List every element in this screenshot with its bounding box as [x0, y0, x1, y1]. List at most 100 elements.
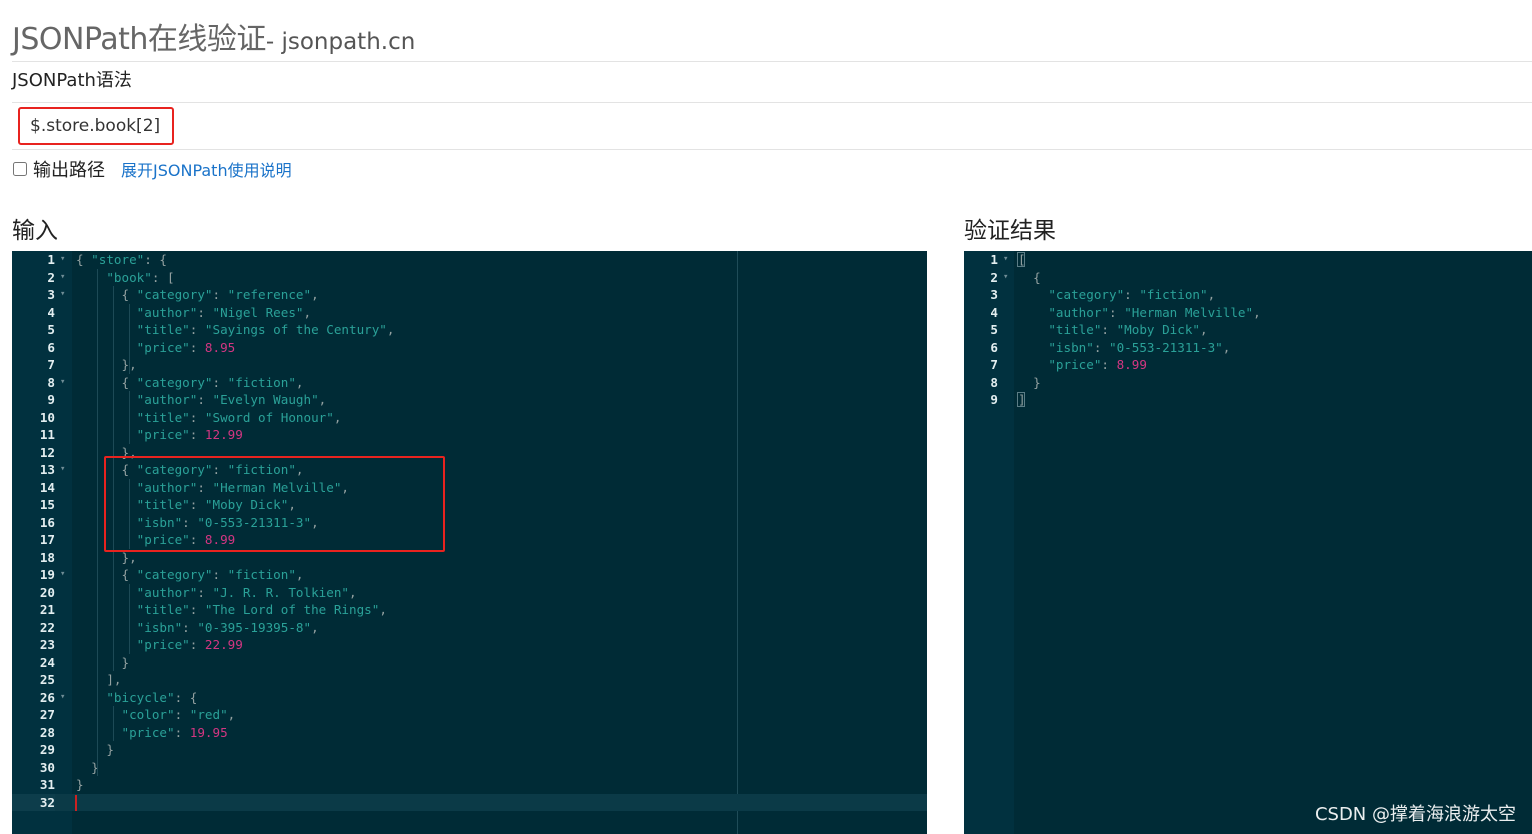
fold-toggle-icon[interactable]: ▾ — [60, 286, 65, 304]
line-number: 6 — [990, 339, 998, 355]
line-number: 28 — [39, 724, 55, 740]
code-line: 6 "price": 8.95 — [12, 339, 927, 357]
code-text: } — [76, 742, 114, 757]
fold-toggle-icon[interactable]: ▾ — [1003, 269, 1008, 287]
line-number: 5 — [47, 322, 55, 337]
code-text: "author": "Nigel Rees", — [136, 304, 312, 320]
code-text: { "category": "fiction", — [76, 567, 304, 582]
code-line: 21 "title": "The Lord of the Rings", — [12, 601, 927, 619]
output-path-label[interactable]: 输出路径 — [33, 156, 105, 182]
divider — [12, 149, 1532, 150]
code-text: } — [76, 759, 99, 775]
line-number: 25 — [39, 672, 55, 687]
page-title-domain: - jsonpath.cn — [265, 29, 416, 55]
code-text: "bicycle": { — [106, 689, 198, 705]
line-number: 12 — [39, 444, 55, 460]
code-text: } — [1018, 374, 1041, 390]
code-line: 5 "title": "Sayings of the Century", — [12, 321, 927, 339]
result-heading: 验证结果 — [964, 218, 1056, 244]
code-line: 7 }, — [12, 356, 927, 374]
line-number: 21 — [39, 602, 55, 617]
code-line: 8 ▾ { "category": "fiction", — [12, 374, 927, 392]
code-text: "color": "red", — [121, 707, 236, 722]
line-number: 23 — [39, 637, 55, 652]
code-text: { "category": "fiction", — [76, 374, 304, 390]
line-number: 32 — [12, 793, 55, 811]
code-line: 29 } — [12, 741, 927, 759]
code-text: "category": "fiction", — [1048, 287, 1216, 302]
fold-toggle-icon[interactable]: ▾ — [60, 461, 65, 479]
fold-toggle-icon[interactable]: ▾ — [1003, 251, 1008, 269]
line-number: 8 — [47, 374, 55, 390]
code-text: "title": "Sayings of the Century", — [136, 322, 395, 337]
code-line: 32 — [12, 793, 927, 811]
line-number: 1 — [47, 252, 55, 267]
code-line: 8 } — [964, 374, 1532, 392]
fold-toggle-icon[interactable]: ▾ — [60, 689, 65, 707]
code-line: 31} — [12, 776, 927, 794]
indent-guide — [113, 706, 114, 741]
code-text: "price": 8.99 — [1048, 357, 1147, 372]
fold-toggle-icon[interactable]: ▾ — [60, 251, 65, 269]
code-text: "price": 12.99 — [136, 427, 243, 442]
code-line: 26 ▾ "bicycle": { — [12, 689, 927, 707]
code-text: } — [76, 777, 84, 792]
code-text: "author": "Herman Melville", — [1048, 304, 1261, 320]
code-line: 27 "color": "red", — [12, 706, 927, 724]
fold-toggle-icon[interactable]: ▾ — [60, 566, 65, 584]
code-line: 3 ▾ { "category": "reference", — [12, 286, 927, 304]
line-number: 3 — [47, 287, 55, 302]
code-line: 10 "title": "Sword of Honour", — [12, 409, 927, 427]
code-line: 1 ▾[ — [964, 251, 1532, 269]
line-number: 2 — [47, 269, 55, 285]
code-line: 11 "price": 12.99 — [12, 426, 927, 444]
text-cursor — [75, 794, 77, 811]
code-line: 4 "author": "Herman Melville", — [964, 304, 1532, 322]
line-number: 16 — [39, 514, 55, 530]
fold-toggle-icon[interactable]: ▾ — [60, 374, 65, 392]
code-line: 1 ▾ { "store": { — [12, 251, 927, 269]
code-line: 24 } — [12, 654, 927, 672]
line-number: 18 — [39, 549, 55, 565]
code-text: ], — [76, 672, 122, 687]
code-text: "book": [ — [106, 269, 175, 285]
line-number: 20 — [39, 584, 55, 600]
line-number: 17 — [39, 532, 55, 547]
code-line: 4 "author": "Nigel Rees", — [12, 304, 927, 322]
code-line: 9] — [964, 391, 1532, 409]
input-heading: 输入 — [12, 218, 58, 244]
matching-bracket-marker — [1017, 392, 1025, 407]
result-json-editor[interactable]: 1 ▾[2 ▾ {3 "category": "fiction", 4 "author… — [964, 251, 1532, 834]
code-text: "title": "Sword of Honour", — [136, 409, 342, 425]
code-text: "title": "The Lord of the Rings", — [136, 602, 387, 617]
line-number: 8 — [990, 374, 998, 390]
line-number: 9 — [47, 392, 55, 407]
code-line: 30 } — [12, 759, 927, 777]
line-number: 26 — [39, 689, 55, 705]
jsonpath-query-input[interactable] — [18, 107, 174, 145]
divider — [12, 61, 1532, 62]
code-line: 19 ▾ { "category": "fiction", — [12, 566, 927, 584]
code-text: "price": 19.95 — [121, 724, 228, 740]
output-path-checkbox[interactable] — [13, 162, 27, 176]
code-text: }, — [76, 357, 137, 372]
line-number: 7 — [47, 357, 55, 372]
line-number: 19 — [39, 567, 55, 582]
line-number: 7 — [990, 357, 998, 372]
line-number: 13 — [39, 462, 55, 477]
code-line: 3 "category": "fiction", — [964, 286, 1532, 304]
code-text: "isbn": "0-553-21311-3", — [1048, 339, 1231, 355]
jsonpath-help-link[interactable]: 展开JSONPath使用说明 — [121, 157, 292, 181]
fold-toggle-icon[interactable]: ▾ — [60, 269, 65, 287]
options-row: 输出路径 展开JSONPath使用说明 — [12, 156, 292, 182]
code-text: "price": 22.99 — [136, 637, 243, 652]
line-number: 15 — [39, 497, 55, 512]
code-line: 2 ▾ "book": [ — [12, 269, 927, 287]
code-line: 22 "isbn": "0-395-19395-8", — [12, 619, 927, 637]
code-line: 7 "price": 8.99 — [964, 356, 1532, 374]
code-line: 2 ▾ { — [964, 269, 1532, 287]
code-line: 23 "price": 22.99 — [12, 636, 927, 654]
indent-guide — [129, 391, 130, 444]
line-number: 1 — [990, 252, 998, 267]
page-title-main: JSONPath在线验证 — [12, 22, 266, 57]
